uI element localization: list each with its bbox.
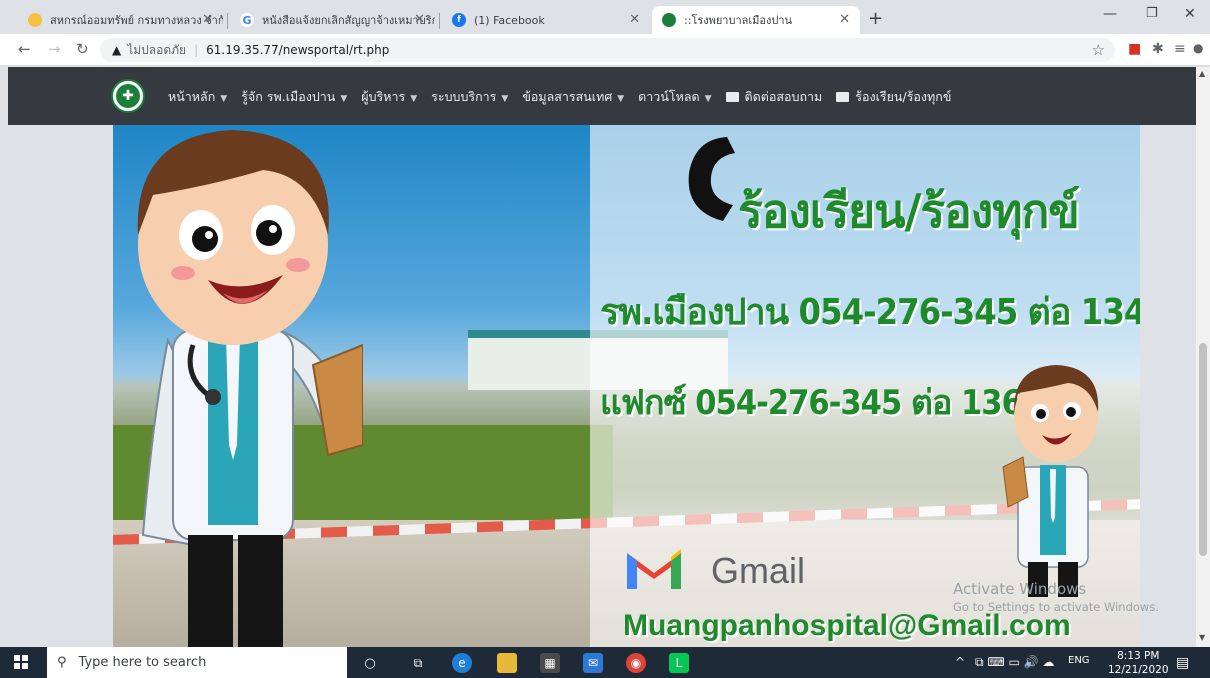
tab-label: หนังสือแจ้งยกเลิกสัญญาจ้างเหมาบริการ xyxy=(262,14,435,27)
nav-item-label: หน้าหลัก xyxy=(168,89,216,104)
system-clock[interactable]: 8:13 PM 12/21/2020 xyxy=(1108,649,1169,677)
tab-facebook[interactable]: f (1) Facebook ✕ xyxy=(442,6,650,34)
close-window-button[interactable]: ✕ xyxy=(1184,6,1196,22)
url-text: 61.19.35.77/newsportal/rt.php xyxy=(206,43,390,57)
doctor-cartoon-large xyxy=(137,130,363,647)
reload-button[interactable]: ↻ xyxy=(76,40,89,58)
gmail-icon xyxy=(627,549,681,589)
reading-list-icon[interactable]: ≡ xyxy=(1174,41,1186,57)
scrollbar-thumb[interactable] xyxy=(1199,343,1207,556)
line-icon[interactable]: L xyxy=(669,653,689,673)
chrome-icon[interactable]: ◉ xyxy=(626,653,646,673)
site-navbar: ✚ หน้าหลัก ▼ รู้จัก รพ.เมืองปาน ▼ ผู้บริหาร ▼… xyxy=(8,67,1196,125)
chevron-down-icon: ▼ xyxy=(617,94,625,104)
page-scrollbar[interactable]: ▲ ▼ xyxy=(1196,67,1210,647)
scroll-up-arrow[interactable]: ▲ xyxy=(1199,69,1205,78)
chevron-down-icon: ▼ xyxy=(220,94,228,104)
nav-item-5[interactable]: ดาวน์โหลด ▼ xyxy=(638,87,711,107)
phone-number: รพ.เมืองปาน 054-276-345 ต่อ 134,135 xyxy=(600,292,1140,333)
nav-item-label: ข้อมูลสารสนเทศ xyxy=(522,89,613,104)
activate-windows-watermark: Activate Windows Go to Settings to activ… xyxy=(953,580,1159,614)
nav-item-4[interactable]: ข้อมูลสารสนเทศ ▼ xyxy=(522,87,624,107)
nav-item-label: ระบบบริการ xyxy=(431,89,497,104)
file-explorer-icon[interactable] xyxy=(497,653,517,673)
nav-item-label: ดาวน์โหลด xyxy=(638,89,700,104)
start-button[interactable] xyxy=(14,655,28,669)
nav-item-label: ร้องเรียน/ร้องทุกข์ xyxy=(855,89,952,104)
nav-item-label: รู้จัก รพ.เมืองปาน xyxy=(241,89,336,104)
nav-item-1[interactable]: รู้จัก รพ.เมืองปาน ▼ xyxy=(241,87,347,107)
tray-chevron-icon[interactable]: ^ xyxy=(955,655,965,669)
tab-label: (1) Facebook xyxy=(474,13,545,27)
nav-item-6[interactable]: ติดต่อสอบถาม xyxy=(725,87,823,107)
task-view-icon[interactable]: ⧉ xyxy=(408,653,428,673)
new-tab-button[interactable]: + xyxy=(868,8,883,29)
chevron-down-icon: ▼ xyxy=(501,94,509,104)
minimize-button[interactable]: — xyxy=(1103,6,1117,22)
chevron-down-icon: ▼ xyxy=(704,94,712,104)
notification-icon[interactable]: ▤ xyxy=(1176,655,1189,671)
nav-item-7[interactable]: ร้องเรียน/ร้องทุกข์ xyxy=(836,87,951,107)
tab-label: สหกรณ์ออมทรัพย์ กรมทางหลวง จำกัด xyxy=(50,14,223,27)
tab-hospital[interactable]: ::โรงพยาบาลเมืองปาน ✕ xyxy=(652,6,860,34)
nav-item-label: ผู้บริหาร xyxy=(361,89,406,104)
extension-icon[interactable]: ■ xyxy=(1128,41,1141,57)
windows-taskbar: ⚲ Type here to search ○ ⧉ e ▦ ✉ ◉ L ^ ⧉ … xyxy=(0,647,1210,678)
address-bar[interactable]: ▲ ไม่ปลอดภัย | 61.19.35.77/newsportal/rt… xyxy=(100,38,1115,62)
tray-icons[interactable]: ⧉ ⌨ ▭ 🔊 ☁ xyxy=(975,655,1054,670)
cortana-icon[interactable]: ○ xyxy=(360,653,380,673)
close-icon[interactable]: ✕ xyxy=(629,12,640,27)
hospital-logo[interactable]: ✚ xyxy=(111,79,145,113)
search-placeholder: Type here to search xyxy=(78,655,207,670)
facebook-icon: f xyxy=(452,13,466,27)
nav-item-2[interactable]: ผู้บริหาร ▼ xyxy=(361,87,417,107)
chevron-down-icon: ▼ xyxy=(340,94,348,104)
tab-label: ::โรงพยาบาลเมืองปาน xyxy=(684,14,793,27)
envelope-icon xyxy=(725,92,739,102)
complaint-banner: ร้องเรียน/ร้องทุกข์ รพ.เมืองปาน 054-276-… xyxy=(113,125,1140,647)
tab-strip: สหกรณ์ออมทรัพย์ กรมทางหลวง จำกัด ✕ G หนั… xyxy=(0,0,1210,34)
gmail-label: Gmail xyxy=(711,550,806,591)
nav-item-0[interactable]: หน้าหลัก ▼ xyxy=(168,87,227,107)
search-icon: ⚲ xyxy=(57,655,67,670)
banner-headline: ร้องเรียน/ร้องทุกข์ xyxy=(738,184,1080,238)
close-icon[interactable]: ✕ xyxy=(839,12,850,27)
profile-avatar[interactable]: ● xyxy=(1193,41,1203,55)
edge-icon[interactable]: e xyxy=(452,653,472,673)
google-icon: G xyxy=(240,13,254,27)
coop-icon xyxy=(28,13,42,27)
puzzle-icon[interactable]: ✱ xyxy=(1152,41,1164,57)
nav-item-3[interactable]: ระบบบริการ ▼ xyxy=(431,87,508,107)
forward-button[interactable]: → xyxy=(48,40,61,58)
browser-toolbar: ← → ↻ ▲ ไม่ปลอดภัย | 61.19.35.77/newspor… xyxy=(0,34,1210,66)
fax-number: แฟกซ์ 054-276-345 ต่อ 136 xyxy=(600,383,1023,423)
nav-item-label: ติดต่อสอบถาม xyxy=(744,89,823,104)
envelope-icon xyxy=(836,92,850,102)
email-address: Muangpanhospital@Gmail.com xyxy=(623,609,1071,642)
doctor-cartoon-small xyxy=(1002,365,1099,597)
bookmark-star-icon[interactable]: ☆ xyxy=(1092,41,1105,59)
close-icon[interactable]: ✕ xyxy=(414,12,425,27)
warning-icon: ▲ xyxy=(112,43,122,57)
tab-coop[interactable]: สหกรณ์ออมทรัพย์ กรมทางหลวง จำกัด ✕ xyxy=(18,6,223,34)
hospital-icon xyxy=(662,13,676,27)
chevron-down-icon: ▼ xyxy=(410,94,418,104)
tab-google[interactable]: G หนังสือแจ้งยกเลิกสัญญาจ้างเหมาบริการ ✕ xyxy=(230,6,435,34)
restore-button[interactable]: ❐ xyxy=(1146,6,1158,21)
phone-icon xyxy=(688,137,735,221)
close-icon[interactable]: ✕ xyxy=(202,12,213,27)
back-button[interactable]: ← xyxy=(18,40,31,58)
scroll-down-arrow[interactable]: ▼ xyxy=(1199,633,1205,642)
store-icon[interactable]: ▦ xyxy=(540,653,560,673)
taskbar-search[interactable]: ⚲ Type here to search xyxy=(47,647,347,678)
security-label: ไม่ปลอดภัย xyxy=(127,42,187,57)
nav-menu: หน้าหลัก ▼ รู้จัก รพ.เมืองปาน ▼ ผู้บริหาร ▼ ระ… xyxy=(168,87,951,107)
language-indicator[interactable]: ENG xyxy=(1068,655,1090,666)
mail-icon[interactable]: ✉ xyxy=(583,653,603,673)
